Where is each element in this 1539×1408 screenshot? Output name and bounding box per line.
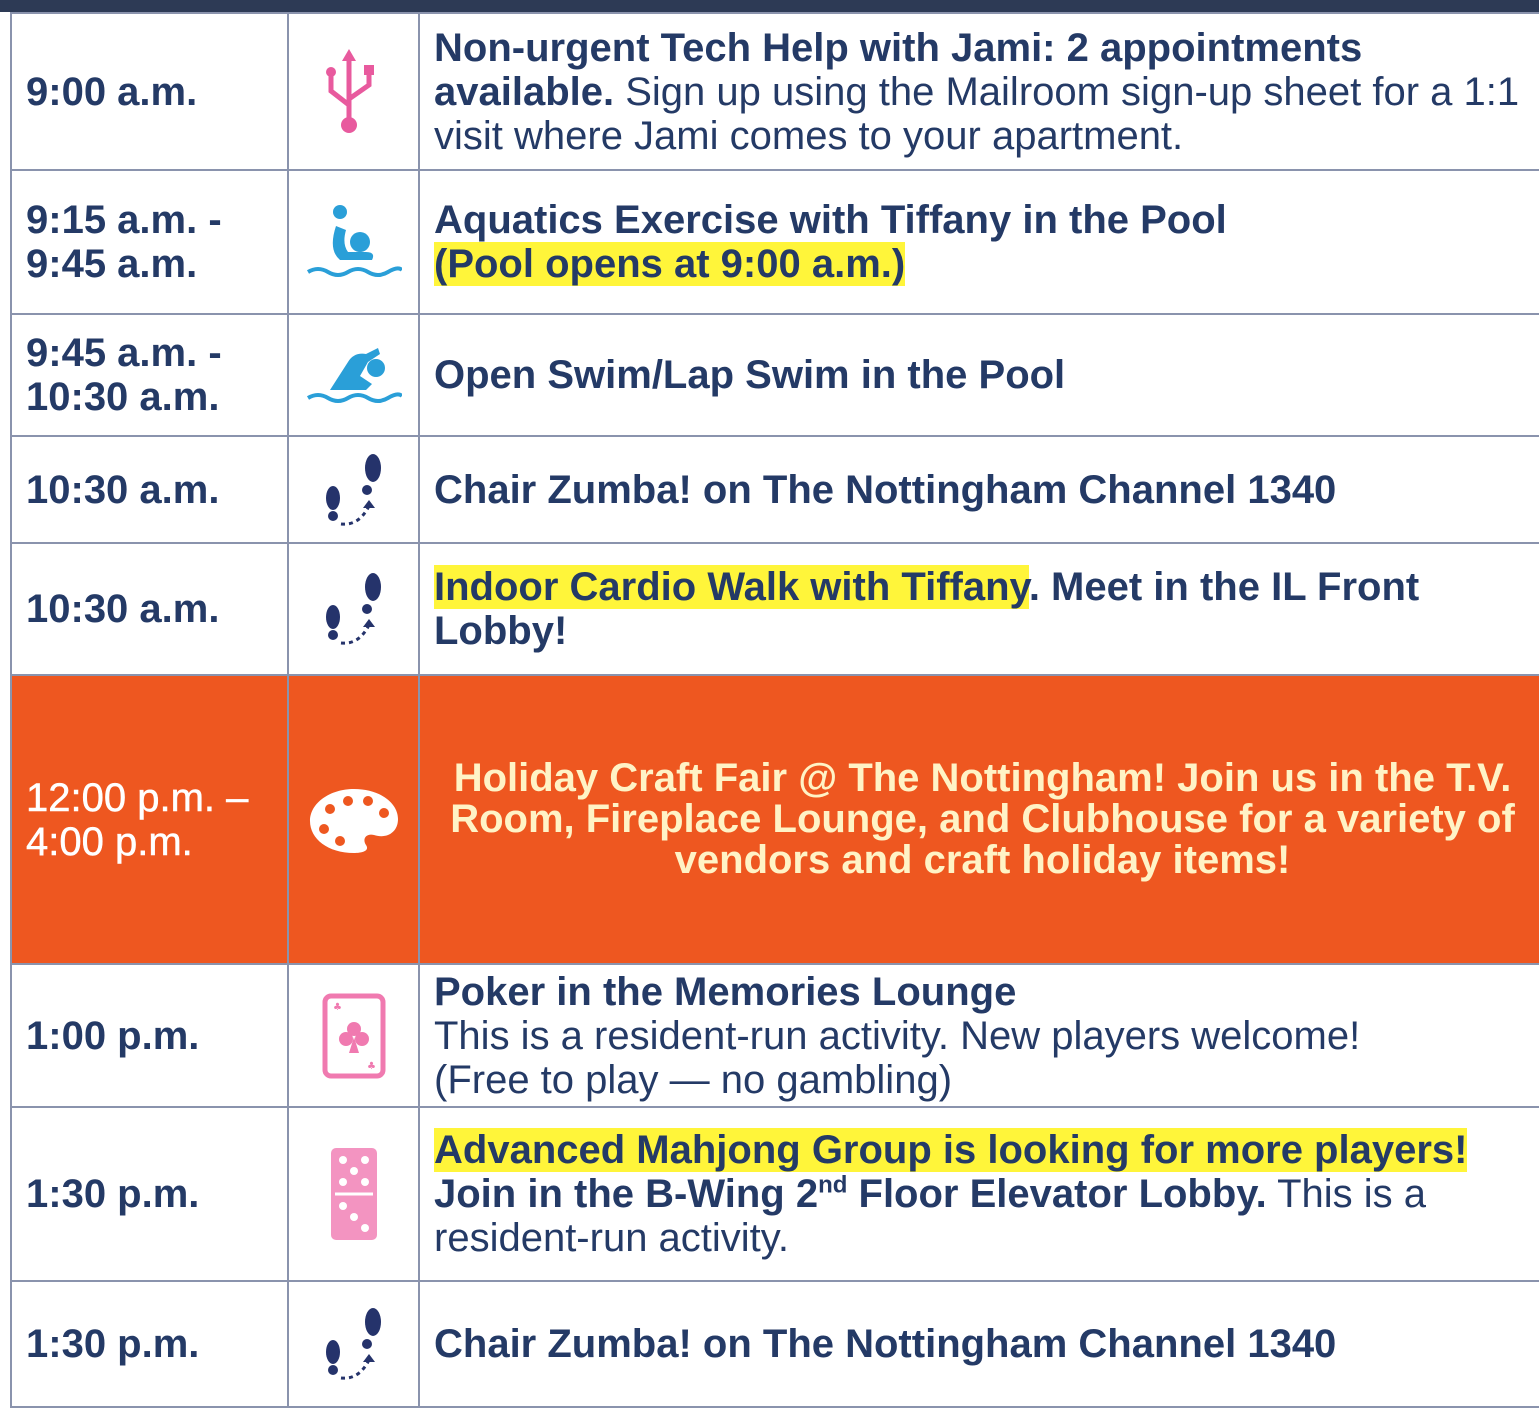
time-cell: 9:00 a.m. (10, 12, 289, 171)
pool-note: (Pool opens at 9:00 a.m.) (434, 242, 906, 286)
activity-title: Chair Zumba! on The Nottingham Channel 1… (434, 467, 1337, 512)
location-text: Join in the B-Wing 2 (434, 1172, 819, 1216)
usb-icon (325, 48, 374, 133)
svg-text:♣: ♣ (367, 1061, 376, 1072)
time-start: 9:15 a.m. - (26, 198, 222, 242)
time-start: 9:45 a.m. - (26, 331, 222, 375)
time-start: 9:00 a.m. (26, 69, 198, 114)
schedule-table: 9:00 a.m. Non-urgent Tech Help with Jami… (10, 12, 1539, 1408)
time-end: 9:45 a.m. (26, 242, 198, 286)
time-start: 12:00 p.m. – (26, 775, 249, 820)
icon-cell (287, 169, 420, 315)
water-aerobics-icon (306, 205, 402, 277)
location-text-end: Floor Elevator Lobby. (847, 1172, 1267, 1216)
icon-cell (287, 1106, 420, 1282)
time-start: 1:00 p.m. (26, 1013, 200, 1058)
footsteps-icon (325, 453, 381, 526)
domino-icon (330, 1148, 377, 1240)
description-cell: Advanced Mahjong Group is looking for mo… (418, 1106, 1539, 1282)
time-cell: 9:45 a.m. - 10:30 a.m. (10, 313, 289, 437)
schedule-row: 10:30 a.m. Indoor Cardio Walk with Tiffa… (10, 542, 1539, 676)
time-cell: 1:30 p.m. (10, 1106, 289, 1282)
activity-note: (Free to play — no gambling) (434, 1057, 953, 1102)
time-start: 10:30 a.m. (26, 467, 220, 512)
activity-location: Join in the B-Wing 2nd Floor Elevator Lo… (434, 1172, 1267, 1216)
time-end: 4:00 p.m. (26, 819, 193, 864)
top-border (0, 0, 1539, 12)
time-cell: 1:00 p.m. (10, 963, 289, 1108)
schedule-row: 9:15 a.m. - 9:45 a.m. Aquatics Exercise … (10, 169, 1539, 315)
schedule-row: 1:30 p.m. Advanced Mahjong Group is look… (10, 1106, 1539, 1282)
description-cell: Open Swim/Lap Swim in the Pool (418, 313, 1539, 437)
description-cell: Chair Zumba! on The Nottingham Channel 1… (418, 435, 1539, 544)
time-cell: 10:30 a.m. (10, 542, 289, 676)
time-end: 10:30 a.m. (26, 375, 220, 419)
icon-cell (287, 313, 420, 437)
activity-title: Aquatics Exercise with Tiffany in the Po… (434, 198, 1227, 242)
description-cell: Aquatics Exercise with Tiffany in the Po… (418, 169, 1539, 315)
description-cell: Non-urgent Tech Help with Jami: 2 appoin… (418, 12, 1539, 171)
time-cell: 9:15 a.m. - 9:45 a.m. (10, 169, 289, 315)
activity-title-highlight: Advanced Mahjong Group is looking for mo… (434, 1128, 1468, 1172)
footsteps-icon (325, 1308, 381, 1380)
paint-palette-icon (309, 788, 398, 853)
schedule-row: 1:30 p.m. Chair Zumba! on The Nottingham… (10, 1280, 1539, 1408)
ordinal-suffix: nd (818, 1171, 848, 1199)
time-start: 10:30 a.m. (26, 587, 220, 631)
svg-text:♣: ♣ (333, 1002, 342, 1013)
activity-title-highlight: Indoor Cardio Walk with Tiffany (434, 565, 1029, 609)
time-start: 1:30 p.m. (26, 1172, 200, 1216)
footsteps-icon (325, 573, 381, 645)
activity-details: This is a resident-run activity. New pla… (434, 1013, 1361, 1058)
schedule-row: 10:30 a.m. Chair Zumba! on The Nottingha… (10, 435, 1539, 544)
icon-cell (287, 674, 420, 965)
activity-title: Holiday Craft Fair @ The Nottingham! Joi… (450, 756, 1515, 882)
time-cell: 10:30 a.m. (10, 435, 289, 544)
playing-card-icon: ♣ ♣ (322, 993, 385, 1078)
description-cell: Holiday Craft Fair @ The Nottingham! Joi… (418, 674, 1539, 965)
description-cell: Indoor Cardio Walk with Tiffany. Meet in… (418, 542, 1539, 676)
icon-cell (287, 12, 420, 171)
swimmer-icon (306, 348, 402, 403)
schedule-row: 1:00 p.m. ♣ ♣ Poker in the Memories Loun… (10, 963, 1539, 1108)
schedule-row: 9:45 a.m. - 10:30 a.m. Open Swim/Lap Swi… (10, 313, 1539, 437)
icon-cell (287, 435, 420, 544)
featured-row: 12:00 p.m. – 4:00 p.m. Holiday Craft Fai… (10, 674, 1539, 965)
time-start: 1:30 p.m. (26, 1322, 200, 1366)
icon-cell (287, 1280, 420, 1408)
icon-cell (287, 542, 420, 676)
time-cell: 1:30 p.m. (10, 1280, 289, 1408)
description-cell: Chair Zumba! on The Nottingham Channel 1… (418, 1280, 1539, 1408)
activity-title: Chair Zumba! on The Nottingham Channel 1… (434, 1322, 1337, 1366)
schedule-row: 9:00 a.m. Non-urgent Tech Help with Jami… (10, 12, 1539, 171)
activity-title: Open Swim/Lap Swim in the Pool (434, 353, 1066, 397)
activity-title: Poker in the Memories Lounge (434, 969, 1017, 1014)
description-cell: Poker in the Memories Lounge This is a r… (418, 963, 1539, 1108)
time-cell: 12:00 p.m. – 4:00 p.m. (10, 674, 289, 965)
icon-cell: ♣ ♣ (287, 963, 420, 1108)
